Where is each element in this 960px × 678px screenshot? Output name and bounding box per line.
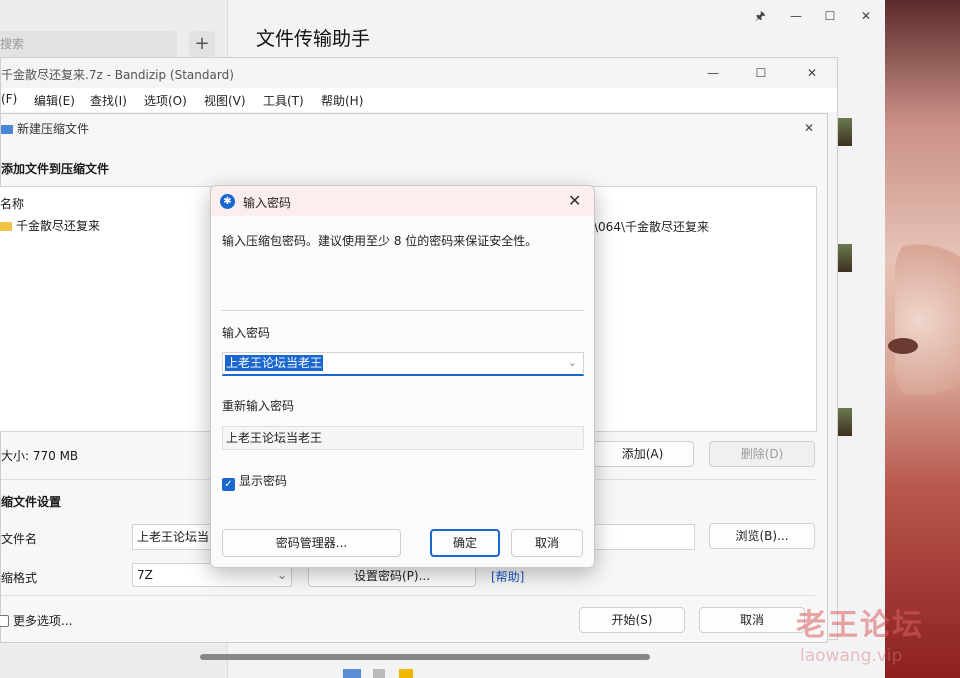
artwork-face — [895, 230, 960, 410]
format-value: 7Z — [137, 568, 153, 582]
format-label: 缩格式 — [1, 571, 38, 585]
password-value: 上老王论坛当老王 — [225, 355, 324, 371]
menu-edit[interactable]: 编辑(E) — [34, 92, 75, 109]
close-button[interactable]: ✕ — [568, 191, 581, 210]
help-link[interactable]: [帮助] — [491, 568, 524, 585]
password-input[interactable]: 上老王论坛当老王 ⌄ — [222, 352, 584, 376]
password-manager-button[interactable]: 密码管理器... — [222, 529, 401, 557]
checkbox-icon — [0, 615, 9, 627]
list-item-path: \064\千金散尽还复来 — [594, 220, 709, 234]
menu-find[interactable]: 查找(I) — [90, 92, 127, 109]
bandizip-icon: ✱ — [220, 194, 235, 209]
menu-view[interactable]: 视图(V) — [204, 92, 246, 109]
dialog-title-text: 新建压缩文件 — [17, 122, 90, 136]
window-title: 千金散尽还复来.7z - Bandizip (Standard) — [1, 68, 234, 82]
chat-title: 文件传输助手 — [256, 28, 371, 50]
password-label: 输入密码 — [222, 326, 271, 340]
list-item[interactable]: 千金散尽还复来 — [0, 217, 100, 234]
start-button[interactable]: 开始(S) — [579, 607, 685, 633]
watermark-url: laowang.vip — [800, 646, 903, 666]
filename-label: 文件名 — [1, 532, 38, 546]
image-thumbnail[interactable] — [838, 408, 852, 436]
menu-file[interactable]: (F) — [1, 92, 17, 106]
ok-button[interactable]: 确定 — [430, 529, 500, 557]
add-button[interactable]: 添加(A) — [591, 441, 694, 467]
image-thumbnail[interactable] — [838, 244, 852, 272]
maximize-button[interactable]: ☐ — [820, 6, 840, 26]
column-header-name[interactable]: 名称 — [0, 195, 24, 212]
section-heading: 缩文件设置 — [1, 495, 62, 509]
cancel-button[interactable]: 取消 — [699, 607, 805, 633]
browse-button[interactable]: 浏览(B)... — [709, 523, 815, 549]
list-item-label: 千金散尽还复来 — [16, 219, 101, 233]
confirm-password-label: 重新输入密码 — [222, 399, 295, 413]
show-password-checkbox[interactable]: ✓ 显示密码 — [222, 472, 287, 491]
section-heading: 添加文件到压缩文件 — [1, 162, 110, 176]
show-password-label: 显示密码 — [239, 474, 288, 488]
minimize-button[interactable]: — — [703, 63, 723, 83]
checkmark-icon: ✓ — [222, 478, 235, 491]
dialog-titlebar: ✱ 输入密码 ✕ — [211, 186, 594, 216]
minimize-button[interactable]: — — [786, 6, 806, 26]
search-input[interactable]: 搜索 — [0, 31, 177, 57]
total-size: 大小: 770 MB — [1, 449, 79, 463]
menu-help[interactable]: 帮助(H) — [321, 92, 363, 109]
close-button[interactable]: ✕ — [799, 118, 819, 138]
password-dialog: ✱ 输入密码 ✕ 输入压缩包密码。建议使用至少 8 位的密码来保证安全性。 输入… — [210, 185, 595, 568]
close-button[interactable]: ✕ — [856, 6, 876, 26]
chevron-down-icon[interactable]: ⌄ — [568, 353, 577, 373]
dialog-description: 输入压缩包密码。建议使用至少 8 位的密码来保证安全性。 — [222, 234, 538, 248]
pin-icon[interactable]: 🖈 — [750, 6, 770, 26]
dialog-title: 新建压缩文件 — [1, 120, 89, 137]
delete-button[interactable]: 删除(D) — [709, 441, 815, 467]
dialog-title: 输入密码 — [243, 196, 292, 210]
close-button[interactable]: ✕ — [802, 63, 822, 83]
more-options-label: 更多选项... — [13, 614, 73, 628]
cancel-button[interactable]: 取消 — [511, 529, 583, 557]
horizontal-scrollbar[interactable] — [200, 654, 650, 660]
confirm-password-input[interactable]: 上老王论坛当老王 — [222, 426, 584, 450]
watermark-logo: 老王论坛 — [796, 608, 924, 643]
menu-options[interactable]: 选项(O) — [144, 92, 187, 109]
menu-bar: (F) 编辑(E) 查找(I) 选项(O) 视图(V) 工具(T) 帮助(H) — [1, 88, 837, 112]
archive-icon — [1, 125, 13, 134]
view-mode-icons[interactable] — [343, 669, 423, 678]
image-thumbnail[interactable] — [838, 118, 852, 146]
divider — [1, 595, 815, 596]
add-button[interactable]: + — [189, 31, 215, 57]
maximize-button[interactable]: ☐ — [751, 63, 771, 83]
menu-tools[interactable]: 工具(T) — [263, 92, 304, 109]
divider — [221, 310, 584, 311]
artwork-eye — [888, 338, 918, 354]
more-options-checkbox[interactable]: 更多选项... — [0, 612, 72, 629]
folder-icon — [0, 222, 12, 231]
